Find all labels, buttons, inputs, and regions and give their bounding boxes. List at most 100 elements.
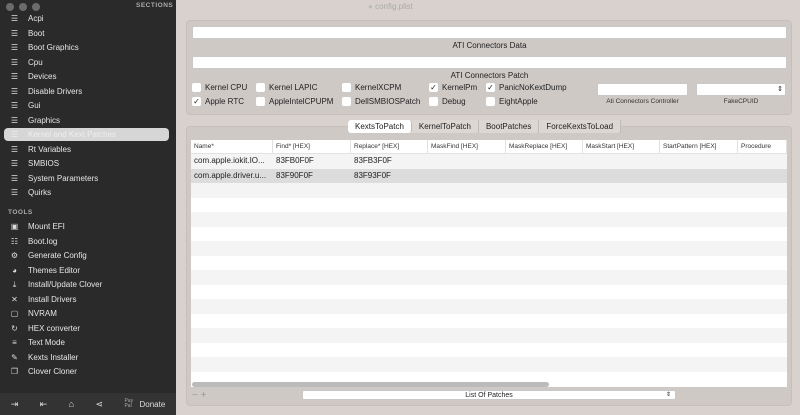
horizontal-scrollbar[interactable] bbox=[192, 382, 549, 387]
column-header[interactable]: StartPattern [HEX] bbox=[660, 140, 738, 153]
table-row[interactable] bbox=[191, 299, 787, 314]
table-cell[interactable] bbox=[506, 198, 583, 213]
tool-generate-config[interactable]: ⚙ Generate Config bbox=[4, 249, 169, 262]
table-cell[interactable] bbox=[738, 328, 787, 343]
table-cell[interactable] bbox=[428, 270, 506, 285]
table-row[interactable] bbox=[191, 256, 787, 271]
table-cell[interactable] bbox=[660, 241, 738, 256]
table-cell[interactable] bbox=[191, 198, 273, 213]
export-icon[interactable]: ⇤ bbox=[40, 399, 48, 410]
table-cell[interactable] bbox=[273, 343, 351, 358]
table-cell[interactable] bbox=[583, 227, 660, 242]
sidebar-item-acpi[interactable]: ☰ Acpi bbox=[4, 12, 169, 25]
table-cell[interactable] bbox=[660, 270, 738, 285]
sidebar-item-kernel-and-kext-patches[interactable]: ☰ Kernel and Kext Patches bbox=[4, 128, 169, 141]
table-cell[interactable] bbox=[583, 154, 660, 169]
ati-connectors-patch-field[interactable] bbox=[192, 56, 787, 69]
fakecpuid-combo[interactable]: ⇕ bbox=[696, 83, 786, 96]
column-header[interactable]: Name* bbox=[191, 140, 273, 153]
table-cell[interactable] bbox=[660, 372, 738, 387]
ati-connectors-controller-field[interactable] bbox=[597, 83, 688, 96]
table-cell[interactable] bbox=[738, 183, 787, 198]
sidebar-item-quirks[interactable]: ☰ Quirks bbox=[4, 186, 169, 199]
table-cell[interactable]: com.apple.iokit.IO... bbox=[191, 154, 273, 169]
table-row[interactable] bbox=[191, 343, 787, 358]
table-cell[interactable] bbox=[738, 227, 787, 242]
table-cell[interactable] bbox=[428, 169, 506, 184]
table-cell[interactable] bbox=[351, 343, 428, 358]
tool-hex-converter[interactable]: ↻ HEX converter bbox=[4, 322, 169, 335]
sidebar-item-cpu[interactable]: ☰ Cpu bbox=[4, 56, 169, 69]
table-cell[interactable] bbox=[738, 256, 787, 271]
table-cell[interactable] bbox=[583, 212, 660, 227]
table-cell[interactable] bbox=[273, 299, 351, 314]
table-cell[interactable] bbox=[191, 357, 273, 372]
table-cell[interactable]: 83F90F0F bbox=[273, 169, 351, 184]
table-row[interactable] bbox=[191, 198, 787, 213]
table-cell[interactable] bbox=[506, 212, 583, 227]
table-cell[interactable] bbox=[506, 183, 583, 198]
table-cell[interactable] bbox=[660, 357, 738, 372]
table-cell[interactable] bbox=[273, 270, 351, 285]
table-cell[interactable] bbox=[273, 227, 351, 242]
table-cell[interactable] bbox=[351, 314, 428, 329]
close-button[interactable] bbox=[6, 3, 14, 11]
table-row[interactable] bbox=[191, 183, 787, 198]
table-cell[interactable] bbox=[583, 183, 660, 198]
tool-kexts-installer[interactable]: ✎ Kexts Installer bbox=[4, 351, 169, 364]
table-cell[interactable] bbox=[583, 372, 660, 387]
table-cell[interactable] bbox=[738, 198, 787, 213]
table-cell[interactable] bbox=[191, 314, 273, 329]
table-cell[interactable] bbox=[351, 299, 428, 314]
table-cell[interactable] bbox=[273, 285, 351, 300]
tool-mount-efi[interactable]: ▣ Mount EFI bbox=[4, 220, 169, 233]
table-cell[interactable] bbox=[191, 270, 273, 285]
table-cell[interactable] bbox=[428, 285, 506, 300]
add-row-button[interactable]: + bbox=[201, 390, 207, 401]
table-cell[interactable] bbox=[428, 212, 506, 227]
sidebar-item-system-parameters[interactable]: ☰ System Parameters bbox=[4, 172, 169, 185]
checkbox-dellsmbiospatch[interactable]: DellSMBIOSPatch bbox=[342, 97, 420, 106]
column-header[interactable]: Replace* [HEX] bbox=[351, 140, 428, 153]
table-cell[interactable] bbox=[351, 328, 428, 343]
table-cell[interactable] bbox=[660, 256, 738, 271]
table-cell[interactable]: com.apple.driver.u... bbox=[191, 169, 273, 184]
table-cell[interactable] bbox=[738, 169, 787, 184]
home-icon[interactable]: ⌂ bbox=[69, 399, 74, 409]
minimize-button[interactable] bbox=[19, 3, 27, 11]
table-cell[interactable] bbox=[583, 169, 660, 184]
table-cell[interactable] bbox=[351, 256, 428, 271]
table-cell[interactable] bbox=[428, 198, 506, 213]
table-cell[interactable] bbox=[351, 212, 428, 227]
table-cell[interactable]: 83F93F0F bbox=[351, 169, 428, 184]
table-cell[interactable] bbox=[273, 328, 351, 343]
table-cell[interactable] bbox=[428, 227, 506, 242]
table-cell[interactable] bbox=[506, 285, 583, 300]
tab-kerneltopatch[interactable]: KernelToPatch bbox=[412, 120, 479, 133]
table-cell[interactable] bbox=[660, 285, 738, 300]
sidebar-item-rt-variables[interactable]: ☰ Rt Variables bbox=[4, 143, 169, 156]
checkbox-kernelxcpm[interactable]: KernelXCPM bbox=[342, 83, 401, 92]
table-cell[interactable] bbox=[191, 328, 273, 343]
table-cell[interactable] bbox=[428, 314, 506, 329]
table-cell[interactable] bbox=[428, 183, 506, 198]
table-cell[interactable] bbox=[273, 212, 351, 227]
table-cell[interactable] bbox=[351, 270, 428, 285]
table-cell[interactable] bbox=[351, 241, 428, 256]
table-cell[interactable] bbox=[191, 212, 273, 227]
table-cell[interactable] bbox=[191, 241, 273, 256]
sidebar-item-disable-drivers[interactable]: ☰ Disable Drivers bbox=[4, 85, 169, 98]
table-cell[interactable] bbox=[583, 256, 660, 271]
checkbox-apple rtc[interactable]: ✓ Apple RTC bbox=[192, 97, 244, 106]
table-cell[interactable] bbox=[191, 299, 273, 314]
table-cell[interactable] bbox=[428, 357, 506, 372]
sidebar-item-graphics[interactable]: ☰ Graphics bbox=[4, 114, 169, 127]
table-cell[interactable] bbox=[583, 270, 660, 285]
table-row[interactable] bbox=[191, 270, 787, 285]
table-cell[interactable]: 83FB3F0F bbox=[351, 154, 428, 169]
table-cell[interactable] bbox=[273, 314, 351, 329]
table-cell[interactable] bbox=[738, 314, 787, 329]
table-cell[interactable] bbox=[506, 227, 583, 242]
table-cell[interactable] bbox=[351, 285, 428, 300]
table-row[interactable] bbox=[191, 227, 787, 242]
